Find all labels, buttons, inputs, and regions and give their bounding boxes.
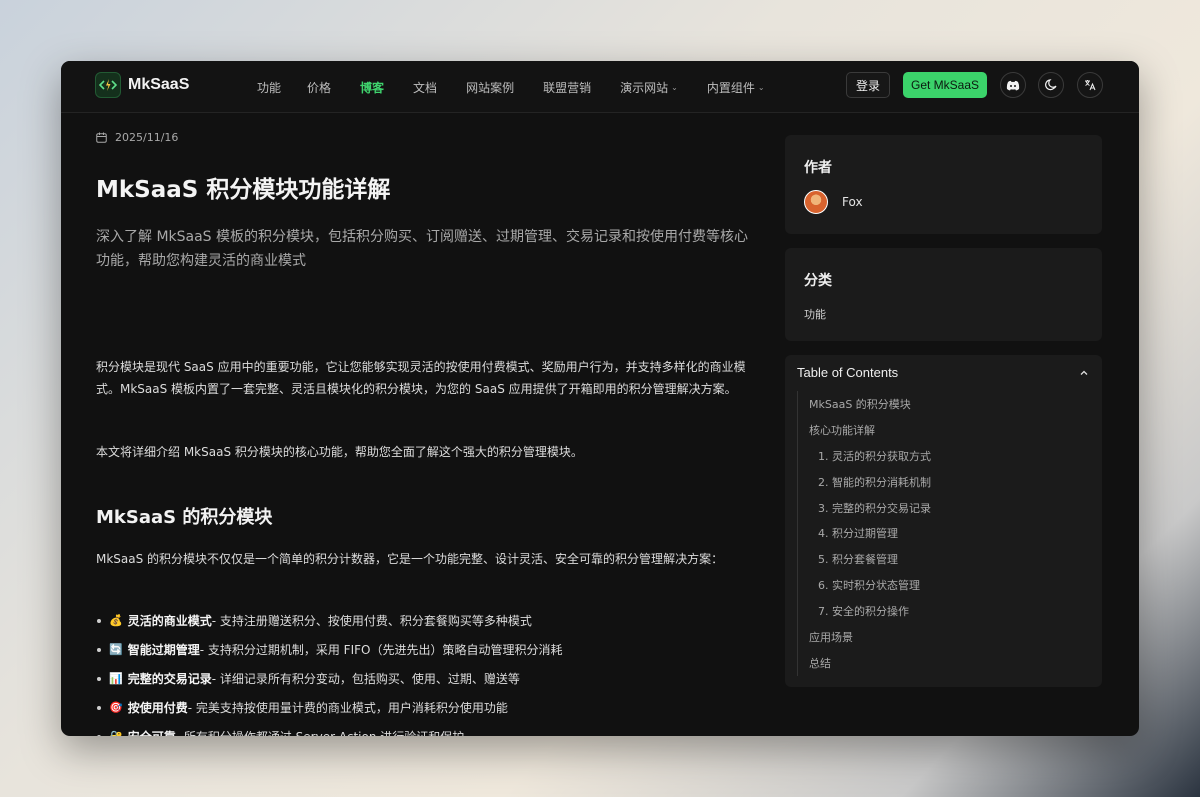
toc-item[interactable]: 4. 积分过期管理 [809,520,931,546]
post-date: 2025/11/16 [96,131,178,144]
nav-link-label: 网站案例 [466,80,515,95]
bullet-dot [97,705,101,710]
toc-list: MkSaaS 的积分模块 核心功能详解 1. 灵活的积分获取方式 2. 智能的积分消耗… [797,391,931,676]
get-mksaas-button[interactable]: Get MkSaaS [903,72,987,98]
chevron-down-icon: ⌄ [671,82,678,92]
emoji-icon: 📊 [109,672,123,685]
article-subtitle: 深入了解 MkSaaS 模板的积分模块，包括积分购买、订阅赠送、过期管理、交易记… [96,229,749,269]
nav-link[interactable]: 文档 [413,79,437,96]
toc-item[interactable]: 1. 灵活的积分获取方式 [809,443,931,469]
nav-link[interactable]: 内置组件 ⌄ [707,79,765,96]
list-item: 🔄 智能过期管理 - 支持积分过期机制，采用 FIFO（先进先出）策略自动管理积分… [96,635,776,664]
emoji-icon: 🔄 [109,643,123,656]
list-item-title: 按使用付费 [127,701,188,715]
list-item: 🎯 按使用付费 - 完美支持按使用量计费的商业模式，用户消耗积分使用功能 [96,693,776,722]
top-navbar: MkSaaS 功能 价格 博客 文档 网站案例 联盟营销 演示网站 ⌄ 内置组件 ⌄ 登录 Get… [61,61,1139,113]
toc-header[interactable]: Table of Contents [797,365,1089,380]
list-item-title: 灵活的商业模式 [127,614,212,628]
login-button[interactable]: 登录 [846,72,890,98]
bullet-dot [97,618,101,623]
nav-link-label: 价格 [307,80,332,95]
list-item-text: - 支持注册赠送积分、按使用付费、积分套餐购买等多种模式 [211,614,532,628]
browser-window: MkSaaS 功能 价格 博客 文档 网站案例 联盟营销 演示网站 ⌄ 内置组件 ⌄ 登录 Get… [61,61,1139,736]
list-item-title: 完整的交易记录 [127,672,212,686]
post-date-text: 2025/11/16 [115,131,179,144]
list-item-text: - 完美支持按使用量计费的商业模式，用户消耗积分使用功能 [187,701,508,715]
emoji-icon: 💰 [109,614,123,627]
intro-paragraph-1: 积分模块是现代 SaaS 应用中的重要功能，它让您能够实现灵活的按使用付费模式、… [96,360,746,396]
moon-icon[interactable] [1038,72,1064,98]
toc-item[interactable]: 核心功能详解 [809,417,931,443]
nav-links: 功能 价格 博客 文档 网站案例 联盟营销 演示网站 ⌄ 内置组件 ⌄ [257,61,765,113]
toc-item[interactable]: 5. 积分套餐管理 [809,546,931,572]
calendar-icon [96,132,107,143]
bullet-dot [97,647,101,652]
toc-item[interactable]: MkSaaS 的积分模块 [809,391,931,417]
list-item-title: 智能过期管理 [127,643,200,657]
category-card-title: 分类 [804,273,832,289]
category-card: 分类 功能 [785,248,1102,341]
list-item: 🔐 安全可靠 - 所有积分操作都通过 Server Action 进行验证和保护 [96,722,776,736]
emoji-icon: 🎯 [109,701,123,714]
nav-link-label: 博客 [360,80,385,95]
list-item: 📊 完整的交易记录 - 详细记录所有积分变动，包括购买、使用、过期、赠送等 [96,664,776,693]
toc-title: Table of Contents [797,365,899,380]
author-card-title: 作者 [804,160,832,176]
emoji-icon: 🔐 [109,730,123,736]
nav-link[interactable]: 博客 [360,79,384,96]
toc-item[interactable]: 2. 智能的积分消耗机制 [809,469,931,495]
toc-card: Table of Contents MkSaaS 的积分模块 核心功能详解 1. 灵… [785,355,1102,687]
logo-icon [95,72,121,98]
toc-item[interactable]: 7. 安全的积分操作 [809,598,931,624]
section-paragraph: MkSaaS 的积分模块不仅仅是一个简单的积分计数器，它是一个功能完整、设计灵活… [96,552,724,566]
chevron-down-icon: ⌄ [757,82,765,92]
nav-link[interactable]: 网站案例 [466,79,514,96]
list-item-text: - 支持积分过期机制，采用 FIFO（先进先出）策略自动管理积分消耗 [199,643,563,657]
avatar[interactable] [804,190,828,214]
nav-link-label: 演示网站 [620,80,669,95]
list-item-title: 安全可靠 [128,728,176,736]
bullet-dot [97,676,101,681]
bullet-dot [97,734,101,736]
author-card: 作者 Fox [785,135,1102,234]
toc-item[interactable]: 6. 实时积分状态管理 [809,572,931,598]
feature-list: 💰 灵活的商业模式 - 支持注册赠送积分、按使用付费、积分套餐购买等多种模式 🔄 智能… [96,606,776,736]
nav-link[interactable]: 联盟营销 [543,79,591,96]
logo-text: MkSaaS [128,76,190,93]
section-heading: MkSaaS 的积分模块 [96,507,273,528]
list-item-text: - 所有积分操作都通过 Server Action 进行验证和保护 [176,728,465,736]
nav-link-label: 联盟营销 [543,80,592,95]
chevron-up-icon[interactable] [1079,368,1089,378]
toc-item[interactable]: 3. 完整的积分交易记录 [809,495,931,521]
list-item-text: - 详细记录所有积分变动，包括购买、使用、过期、赠送等 [211,672,520,686]
discord-icon[interactable] [1000,72,1026,98]
author-name[interactable]: Fox [842,195,863,209]
list-item: 💰 灵活的商业模式 - 支持注册赠送积分、按使用付费、积分套餐购买等多种模式 [96,606,776,635]
nav-link-label: 内置组件 [706,80,755,95]
toc-item[interactable]: 应用场景 [809,624,931,650]
page-title: MkSaaS 积分模块功能详解 [96,177,391,203]
nav-link-label: 文档 [413,80,438,95]
nav-link[interactable]: 功能 [257,79,281,96]
logo[interactable]: MkSaaS [95,72,189,98]
intro-paragraph-2: 本文将详细介绍 MkSaaS 积分模块的核心功能，帮助您全面了解这个强大的积分管… [96,445,583,459]
nav-link[interactable]: 演示网站 ⌄ [620,79,678,96]
nav-link[interactable]: 价格 [307,79,331,96]
toc-item[interactable]: 总结 [809,650,931,676]
nav-link-label: 功能 [257,80,282,95]
category-link[interactable]: 功能 [804,306,826,322]
translate-icon[interactable] [1077,72,1103,98]
